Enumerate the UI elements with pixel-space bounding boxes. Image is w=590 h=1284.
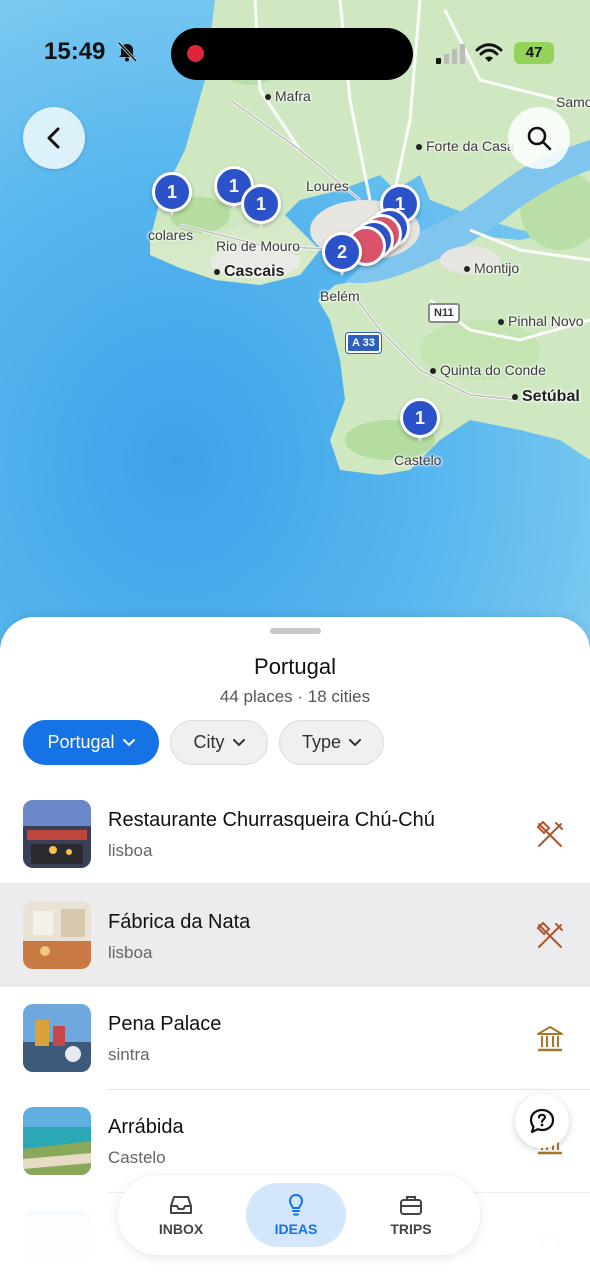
place-city: Castelo	[108, 1148, 166, 1167]
place-city: lisboa	[108, 943, 153, 962]
nav-label: TRIPS	[390, 1221, 432, 1237]
place-name: Arrábida	[108, 1116, 184, 1138]
place-row[interactable]: Pena Palace sintra	[0, 989, 590, 1089]
nav-trips[interactable]: TRIPS	[361, 1183, 461, 1247]
place-city: sintra	[108, 1045, 150, 1064]
map-label-samora: Samora	[556, 94, 590, 110]
landmark-icon	[537, 1026, 563, 1052]
suitcase-icon	[400, 1196, 422, 1215]
nav-label: IDEAS	[274, 1221, 318, 1237]
road-shield-n11: N11	[428, 303, 460, 323]
chevron-down-icon	[232, 738, 245, 746]
place-thumbnail	[23, 901, 91, 969]
place-row[interactable]: Fábrica da Nata lisboa	[0, 883, 590, 987]
sheet-grabber[interactable]	[270, 628, 321, 634]
filter-chip-city[interactable]: City	[170, 720, 268, 765]
map-label-castelo: Castelo	[394, 452, 442, 468]
inbox-icon	[170, 1196, 192, 1214]
map-label-belem: Belém	[320, 288, 360, 304]
chevron-left-icon	[47, 127, 60, 149]
nav-inbox[interactable]: INBOX	[131, 1183, 231, 1247]
nav-label: INBOX	[158, 1221, 204, 1237]
row-divider	[108, 1089, 590, 1090]
place-thumbnail	[23, 1107, 91, 1175]
sheet-title: Portugal	[254, 654, 336, 679]
map-label-loures: Loures	[306, 178, 349, 194]
filter-chip-label: Type	[301, 732, 342, 752]
map-label-montijo: Montijo	[464, 260, 519, 276]
map-pin[interactable]: 1	[152, 172, 192, 220]
map-label-rio-de-mouro: Rio de Mouro	[216, 238, 301, 254]
help-bubble-icon	[529, 1108, 555, 1134]
nav-ideas[interactable]: IDEAS	[246, 1183, 346, 1247]
search-button[interactable]	[508, 107, 570, 169]
bottom-nav: INBOX IDEAS TRIPS	[118, 1175, 480, 1255]
map-pin[interactable]: 1	[241, 184, 281, 232]
status-time: 15:49	[44, 38, 106, 65]
place-city: lisboa	[108, 841, 153, 860]
filter-chip-type[interactable]: Type	[279, 720, 384, 765]
signal-icon	[436, 44, 465, 64]
sheet-subtitle: 44 places · 18 cities	[219, 687, 371, 706]
place-thumbnail	[23, 800, 91, 868]
chevron-down-icon	[349, 738, 362, 746]
map-label-quinta-do-conde: Quinta do Conde	[430, 362, 546, 378]
place-name: Pena Palace	[108, 1013, 222, 1035]
map-label-mafra: Mafra	[265, 88, 311, 104]
place-row[interactable]: Restaurante Churrasqueira Chú-Chú lisboa	[0, 785, 590, 885]
map-label-forte-da-casa: Forte da Casa	[416, 138, 515, 154]
road-shield-a33: A 33	[346, 333, 381, 353]
map-label-setubal: Setúbal	[512, 388, 580, 406]
filter-chip-country[interactable]: Portugal	[23, 720, 159, 765]
place-name: Restaurante Churrasqueira Chú-Chú	[108, 809, 435, 831]
help-button[interactable]	[515, 1094, 569, 1148]
map-label-cascais: Cascais	[214, 263, 285, 281]
filter-chip-label: Portugal	[47, 732, 115, 752]
map-pin[interactable]: 1	[400, 398, 440, 446]
wifi-icon	[475, 43, 503, 62]
restaurant-icon	[536, 921, 563, 948]
restaurant-icon	[536, 820, 563, 847]
map-label-pinhal-novo: Pinhal Novo	[498, 313, 584, 329]
dynamic-island	[171, 28, 413, 80]
chevron-down-icon	[122, 738, 135, 746]
map-pin-cluster[interactable]: 2	[322, 232, 362, 280]
bell-off-icon	[117, 41, 138, 63]
map-label-colares: colares	[148, 227, 194, 243]
lightbulb-icon	[288, 1193, 304, 1216]
back-button[interactable]	[23, 107, 85, 169]
place-thumbnail	[23, 1004, 91, 1072]
search-icon	[527, 126, 552, 151]
recording-indicator	[187, 45, 204, 62]
map-view[interactable]: Mafra Loures Forte da Casa Samora colare…	[0, 0, 590, 660]
filter-chip-label: City	[193, 732, 225, 752]
battery-icon: 47	[514, 42, 554, 64]
place-name: Fábrica da Nata	[108, 911, 251, 933]
